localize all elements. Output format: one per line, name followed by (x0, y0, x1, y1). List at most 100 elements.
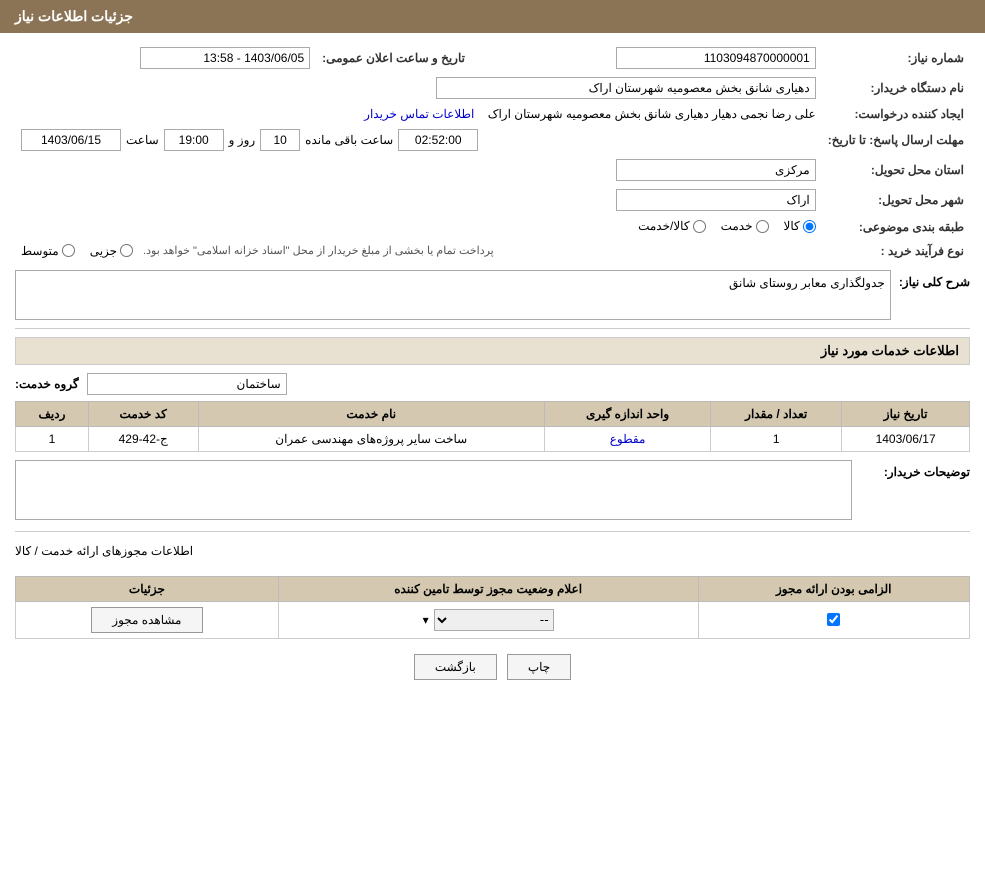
sharh-content: جدولگذاری معابر روستای شانق (15, 270, 891, 320)
show-majoz-button[interactable]: مشاهده مجوز (91, 607, 202, 633)
cell-elzami (698, 601, 970, 638)
elzami-checkbox-wrapper (707, 613, 962, 626)
mohlat-date-field: 1403/06/15 (21, 129, 121, 151)
etelaat-tamas-link[interactable]: اطلاعات تماس خریدار (364, 107, 474, 121)
shomare-niaz-field: 1103094870000001 (616, 47, 816, 69)
gorooh-label: گروه خدمت: (15, 377, 79, 391)
ostan-field: مرکزی (616, 159, 816, 181)
divider-1 (15, 328, 970, 329)
radio-khedmat-input[interactable] (756, 220, 769, 233)
majoz-table: الزامی بودن ارائه مجوز اعلام وضعیت مجوز … (15, 576, 970, 639)
nooe-farayand-value: پرداخت تمام یا بخشی از مبلغ خریدار از مح… (15, 240, 822, 262)
chap-button[interactable]: چاپ (507, 654, 571, 680)
tarikh-elan-value: 1403/06/05 - 13:58 (15, 43, 316, 73)
row-shomare-tarikh: شماره نیاز: 1103094870000001 تاریخ و ساع… (15, 43, 970, 73)
majoz-table-body: -- ▾ مشاهده مجوز (16, 601, 970, 638)
col-tedad: تعداد / مقدار (711, 401, 842, 426)
ijad-label: ایجاد کننده درخواست: (822, 103, 970, 125)
divider-2 (15, 531, 970, 532)
col-radif: ردیف (16, 401, 89, 426)
col-name-khedmat: نام خدمت (198, 401, 544, 426)
nooe-farayand-note: پرداخت تمام یا بخشی از مبلغ خریدار از مح… (143, 244, 494, 257)
ijad-text: علی رضا نجمی دهیار دهیاری شانق بخش معصوم… (488, 107, 816, 121)
cell-vahed: مقطوع (544, 426, 710, 451)
mohlat-saat-label: ساعت (126, 133, 159, 147)
row-mohlat: مهلت ارسال پاسخ: تا تاریخ: 02:52:00 ساعت… (15, 125, 970, 155)
page-wrapper: جزئیات اطلاعات نیاز شماره نیاز: 11030948… (0, 0, 985, 875)
radio-khedmat[interactable]: خدمت (721, 219, 769, 233)
row-ostan: استان محل تحویل: مرکزی (15, 155, 970, 185)
tosih-content (15, 460, 852, 523)
main-content: شماره نیاز: 1103094870000001 تاریخ و ساع… (0, 33, 985, 705)
radio-motavasset[interactable]: متوسط (21, 244, 75, 258)
mohlat-mande-field: 02:52:00 (398, 129, 478, 151)
services-table-body: 1403/06/17 1 مقطوع ساخت سایر پروژه‌های م… (16, 426, 970, 451)
sharh-label: شرح کلی نیاز: (899, 270, 970, 289)
col-vahed: واحد اندازه گیری (544, 401, 710, 426)
row-shahr: شهر محل تحویل: اراک (15, 185, 970, 215)
majoz-row: -- ▾ مشاهده مجوز (16, 601, 970, 638)
radio-kala-label: کالا (784, 219, 800, 233)
tosih-section: توضیحات خریدار: (15, 460, 970, 523)
shomare-niaz-label: شماره نیاز: (822, 43, 970, 73)
ostan-label: استان محل تحویل: (822, 155, 970, 185)
nooe-farayand-label: نوع فرآیند خرید : (822, 240, 970, 262)
radio-kala-input[interactable] (803, 220, 816, 233)
col-elzami: الزامی بودن ارائه مجوز (698, 576, 970, 601)
name-dastgah-field: دهیاری شانق بخش معصومیه شهرستان اراک (436, 77, 816, 99)
chevron-down-icon: ▾ (423, 613, 429, 627)
shahr-value: اراک (15, 185, 822, 215)
page-title: جزئیات اطلاعات نیاز (15, 8, 133, 24)
row-tabaqeh: طبقه بندی موضوعی: کالا خدمت (15, 215, 970, 240)
radio-kala[interactable]: کالا (784, 219, 816, 233)
services-table: تاریخ نیاز تعداد / مقدار واحد اندازه گیر… (15, 401, 970, 452)
shahr-field: اراک (616, 189, 816, 211)
row-ijad: ایجاد کننده درخواست: علی رضا نجمی دهیار … (15, 103, 970, 125)
radio-khedmat-label: خدمت (721, 219, 753, 233)
radio-jozii-input[interactable] (120, 244, 133, 257)
radio-motavasset-label: متوسط (21, 244, 59, 258)
col-kod-khedmat: کد خدمت (88, 401, 198, 426)
mohlat-saat-field: 19:00 (164, 129, 224, 151)
mohlat-mande-label: ساعت باقی مانده (305, 133, 393, 147)
name-dastgah-value: دهیاری شانق بخش معصومیه شهرستان اراک (15, 73, 822, 103)
cell-tedad: 1 (711, 426, 842, 451)
tosih-label: توضیحات خریدار: (860, 460, 970, 479)
bazgasht-button[interactable]: بازگشت (414, 654, 497, 680)
mohlat-label: مهلت ارسال پاسخ: تا تاریخ: (822, 125, 970, 155)
table-row: 1403/06/17 1 مقطوع ساخت سایر پروژه‌های م… (16, 426, 970, 451)
sharh-textarea: جدولگذاری معابر روستای شانق (15, 270, 891, 320)
gorooh-field: ساختمان (87, 373, 287, 395)
nooe-farayand-radio-group: جزیی متوسط (21, 244, 133, 258)
cell-eelam: -- ▾ (278, 601, 698, 638)
ijad-value: علی رضا نجمی دهیار دهیاری شانق بخش معصوم… (15, 103, 822, 125)
buttons-row: چاپ بازگشت (15, 639, 970, 695)
col-tarikh: تاریخ نیاز (842, 401, 970, 426)
cell-tarikh: 1403/06/17 (842, 426, 970, 451)
eelam-wrapper: -- ▾ (287, 609, 690, 631)
col-joziyat: جزئیات (16, 576, 279, 601)
tosih-textarea[interactable] (15, 460, 852, 520)
services-table-header: تاریخ نیاز تعداد / مقدار واحد اندازه گیر… (16, 401, 970, 426)
cell-radif: 1 (16, 426, 89, 451)
ostan-value: مرکزی (15, 155, 822, 185)
elzami-checkbox[interactable] (827, 613, 840, 626)
radio-kala-khedmat-input[interactable] (693, 220, 706, 233)
eelam-select[interactable]: -- (434, 609, 554, 631)
cell-joziyat: مشاهده مجوز (16, 601, 279, 638)
majoz-header-row: الزامی بودن ارائه مجوز اعلام وضعیت مجوز … (16, 576, 970, 601)
cell-name: ساخت سایر پروژه‌های مهندسی عمران (198, 426, 544, 451)
sharh-section: شرح کلی نیاز: جدولگذاری معابر روستای شان… (15, 270, 970, 320)
majoz-title: اطلاعات مجوزهای ارائه خدمت / کالا (15, 540, 970, 562)
radio-kala-khedmat[interactable]: کالا/خدمت (638, 219, 705, 233)
gorooh-row: ساختمان گروه خدمت: (15, 373, 970, 395)
row-nooe-farayand: نوع فرآیند خرید : پرداخت تمام یا بخشی از… (15, 240, 970, 262)
sharh-value: جدولگذاری معابر روستای شانق (729, 276, 885, 290)
radio-motavasset-input[interactable] (62, 244, 75, 257)
radio-jozii[interactable]: جزیی (90, 244, 133, 258)
radio-kala-khedmat-label: کالا/خدمت (638, 219, 689, 233)
tarikh-elan-field: 1403/06/05 - 13:58 (140, 47, 310, 69)
tabaqeh-radio-group: کالا خدمت کالا/خدمت (638, 219, 816, 233)
shahr-label: شهر محل تحویل: (822, 185, 970, 215)
tabaqeh-label: طبقه بندی موضوعی: (822, 215, 970, 240)
